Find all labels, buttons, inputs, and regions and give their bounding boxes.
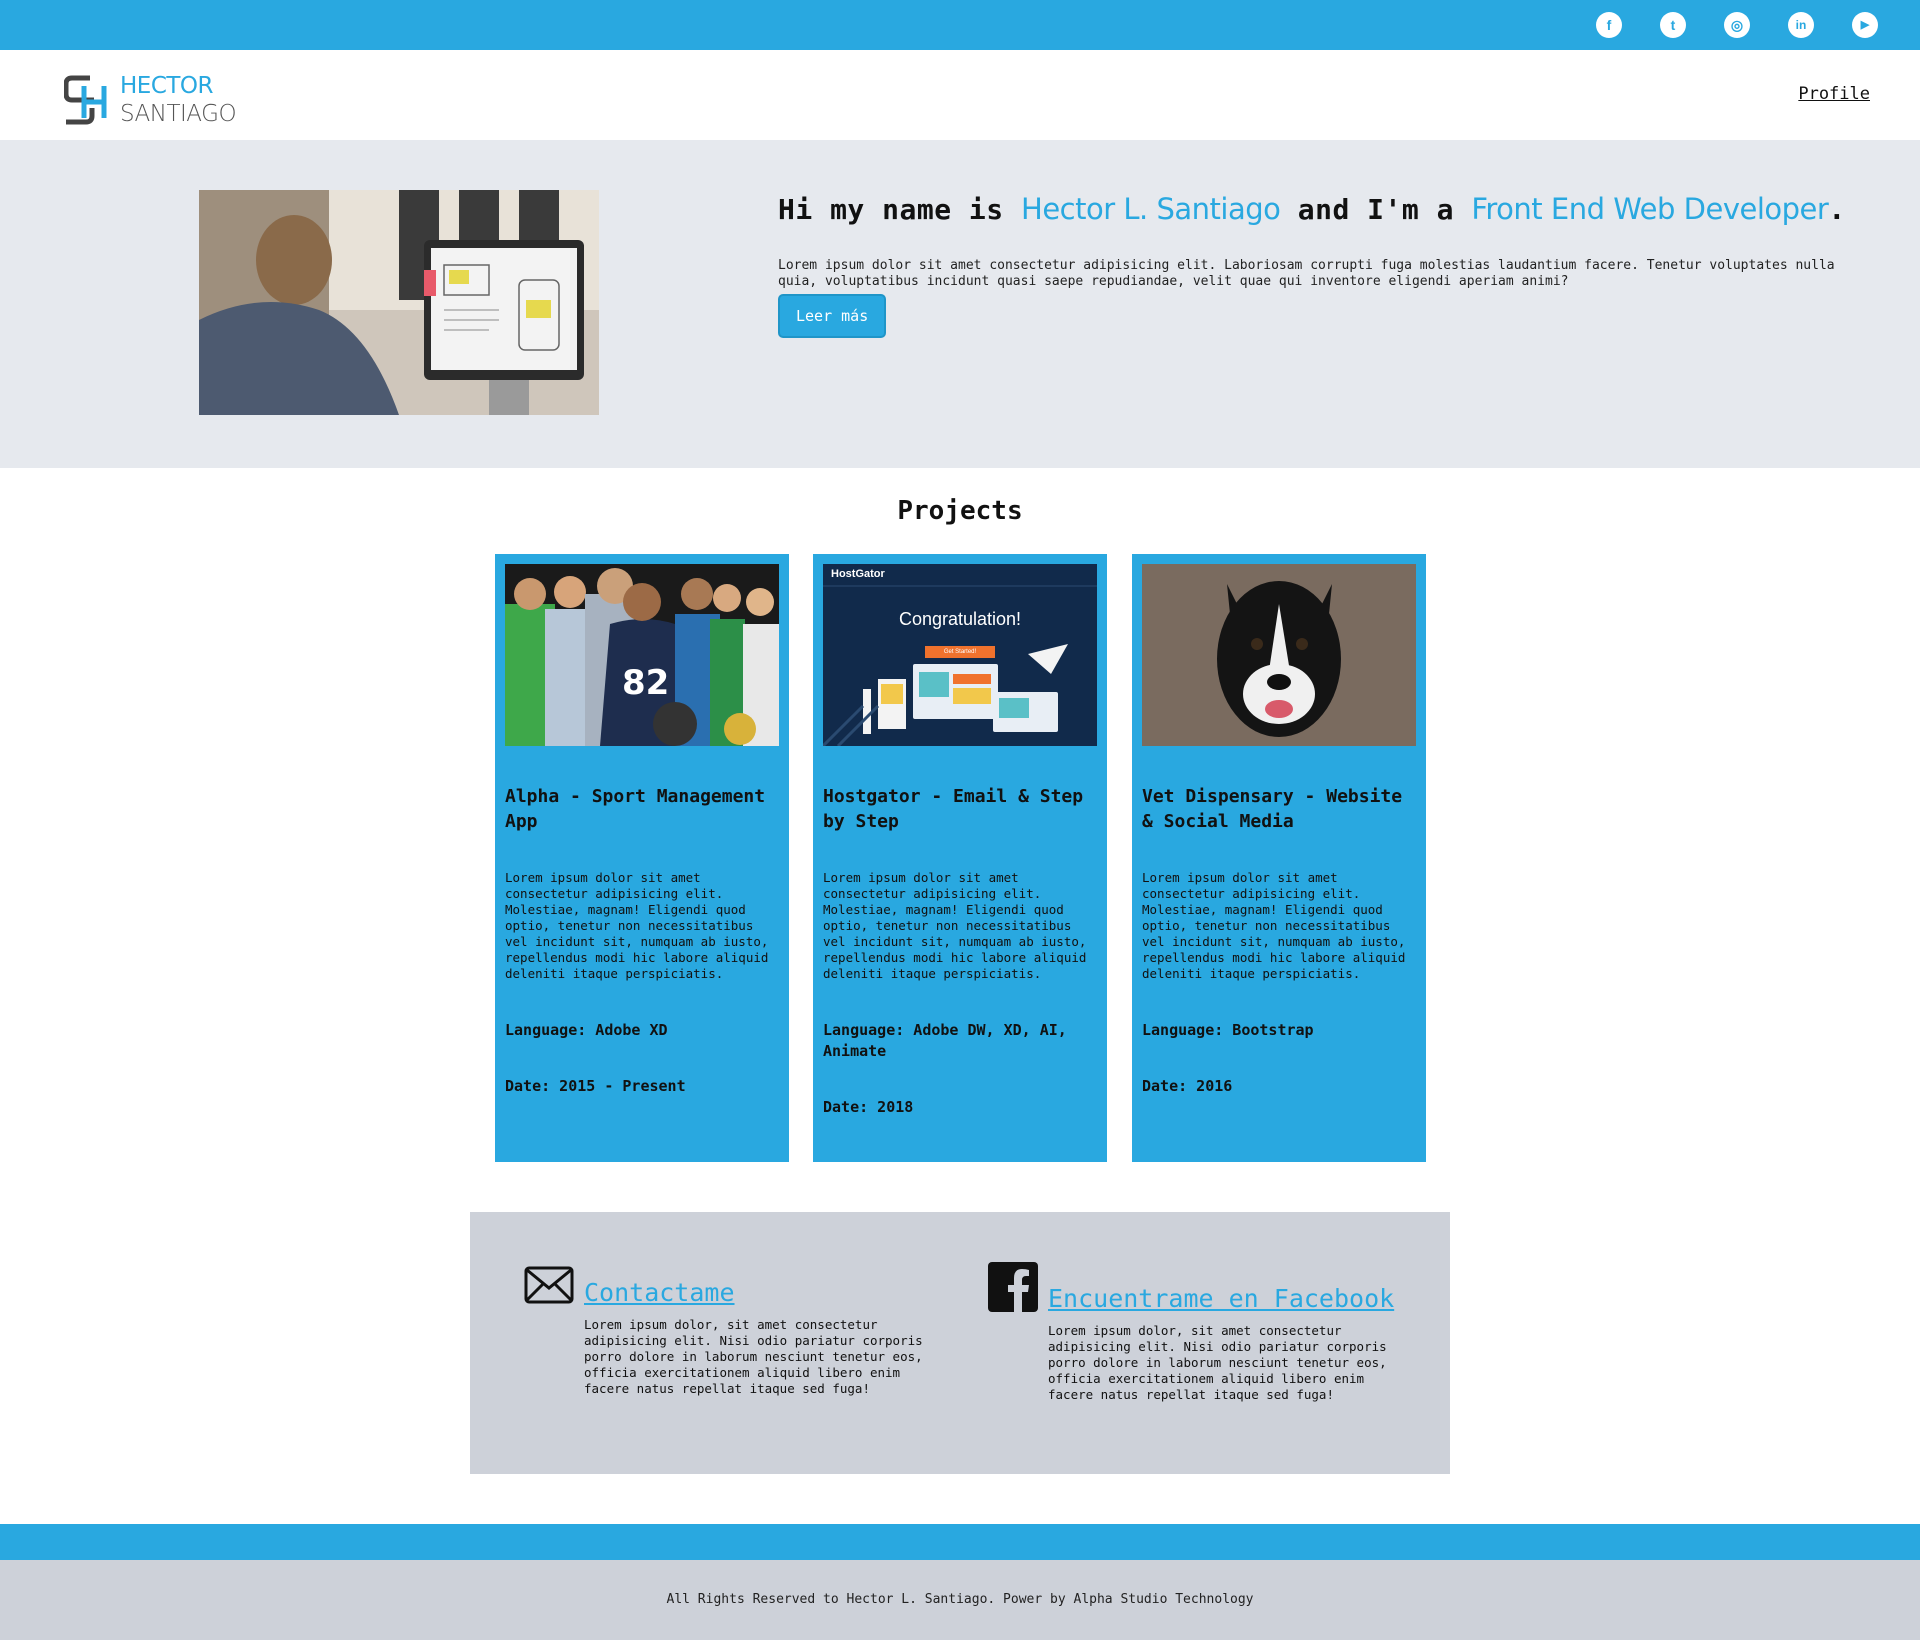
- social-links: f t ◎ in ▶: [1596, 12, 1878, 38]
- contact-facebook-text: Lorem ipsum dolor, sit amet consectetur …: [1048, 1323, 1387, 1402]
- envelope-icon: [524, 1266, 574, 1304]
- footer-accent-bar: [0, 1524, 1920, 1560]
- contact-email-text: Lorem ipsum dolor, sit amet consectetur …: [584, 1317, 923, 1396]
- hero-text: Hi my name is Hector L. Santiago and I'm…: [778, 192, 1868, 338]
- project-date: Date: 2018: [823, 1098, 914, 1116]
- project-description: Lorem ipsum dolor sit amet consectetur a…: [1142, 870, 1406, 981]
- hero-role: Front End Web Developer: [1471, 192, 1829, 226]
- footer-copyright: All Rights Reserved to Hector L. Santiag…: [666, 1592, 1254, 1607]
- site-footer: All Rights Reserved to Hector L. Santiag…: [0, 1560, 1920, 1640]
- project-language: Language: Adobe XD: [505, 1021, 668, 1039]
- youtube-glyph: ▶: [1860, 18, 1870, 31]
- hero-heading-part: .: [1828, 193, 1846, 226]
- logo-text: HECTOR SANTIAGO: [120, 72, 237, 128]
- project-title: Hostgator - Email & Step by Step: [823, 786, 1084, 832]
- nav-profile-link[interactable]: Profile: [1798, 84, 1870, 104]
- facebook-square-icon[interactable]: [988, 1262, 1038, 1312]
- project-image-sports: 82: [505, 564, 779, 746]
- facebook-glyph: f: [1606, 17, 1612, 33]
- developer-desk-illustration: [199, 190, 599, 415]
- project-image-dog: [1142, 564, 1416, 746]
- project-date: Date: 2016: [1142, 1077, 1233, 1095]
- project-title: Vet Dispensary - Website & Social Media: [1142, 786, 1403, 832]
- project-date: Date: 2015 - Present: [505, 1077, 686, 1095]
- project-description: Lorem ipsum dolor sit amet consectetur a…: [823, 870, 1087, 981]
- contact-facebook-link[interactable]: Encuentrame en Facebook: [1048, 1284, 1394, 1313]
- project-title: Alpha - Sport Management App: [505, 786, 766, 832]
- read-more-button[interactable]: Leer más: [778, 294, 887, 338]
- project-language: Language: Bootstrap: [1142, 1021, 1314, 1039]
- hero-heading: Hi my name is Hector L. Santiago and I'm…: [778, 192, 1868, 226]
- facebook-icon[interactable]: f: [1596, 12, 1622, 38]
- hero-paragraph: Lorem ipsum dolor sit amet consectetur a…: [778, 258, 1835, 289]
- svg-text:82: 82: [622, 663, 669, 703]
- site-header: HECTOR SANTIAGO Profile: [0, 50, 1920, 140]
- project-card[interactable]: 82 Alpha - Sport Management App Lorem ip…: [495, 554, 789, 1162]
- hero-heading-part: and I'm a: [1280, 193, 1472, 226]
- tumblr-icon[interactable]: t: [1660, 12, 1686, 38]
- hero-image: [199, 190, 599, 415]
- hero-name: Hector L. Santiago: [1021, 192, 1281, 226]
- project-image-hostgator: HostGator Congratulation! Get Started!: [823, 564, 1097, 746]
- logo-first-name: HECTOR: [120, 73, 214, 99]
- contact-email-link[interactable]: Contactame: [584, 1278, 735, 1307]
- project-description: Lorem ipsum dolor sit amet consectetur a…: [505, 870, 769, 981]
- hostgator-devices-illustration: [823, 585, 1097, 746]
- instagram-icon[interactable]: ◎: [1724, 12, 1750, 38]
- instagram-glyph: ◎: [1730, 17, 1744, 33]
- contact-section: Contactame Lorem ipsum dolor, sit amet c…: [470, 1212, 1450, 1474]
- top-social-bar: f t ◎ in ▶: [0, 0, 1920, 50]
- hero-section: Hi my name is Hector L. Santiago and I'm…: [0, 140, 1920, 468]
- dog-photo: [1142, 564, 1416, 746]
- projects-title: Projects: [897, 496, 1023, 526]
- project-card[interactable]: Vet Dispensary - Website & Social Media …: [1132, 554, 1426, 1162]
- tumblr-glyph: t: [1670, 17, 1676, 33]
- linkedin-glyph: in: [1795, 18, 1807, 32]
- sports-team-image: 82: [505, 564, 779, 746]
- project-card[interactable]: HostGator Congratulation! Get Started! H…: [813, 554, 1107, 1162]
- linkedin-icon[interactable]: in: [1788, 12, 1814, 38]
- hero-heading-part: Hi my name is: [778, 193, 1022, 226]
- logo[interactable]: HECTOR SANTIAGO: [64, 72, 237, 128]
- logo-mark-icon: [64, 75, 107, 125]
- project-language: Language: Adobe DW, XD, AI, Animate: [823, 1021, 1067, 1060]
- logo-last-name: SANTIAGO: [120, 101, 237, 127]
- youtube-icon[interactable]: ▶: [1852, 12, 1878, 38]
